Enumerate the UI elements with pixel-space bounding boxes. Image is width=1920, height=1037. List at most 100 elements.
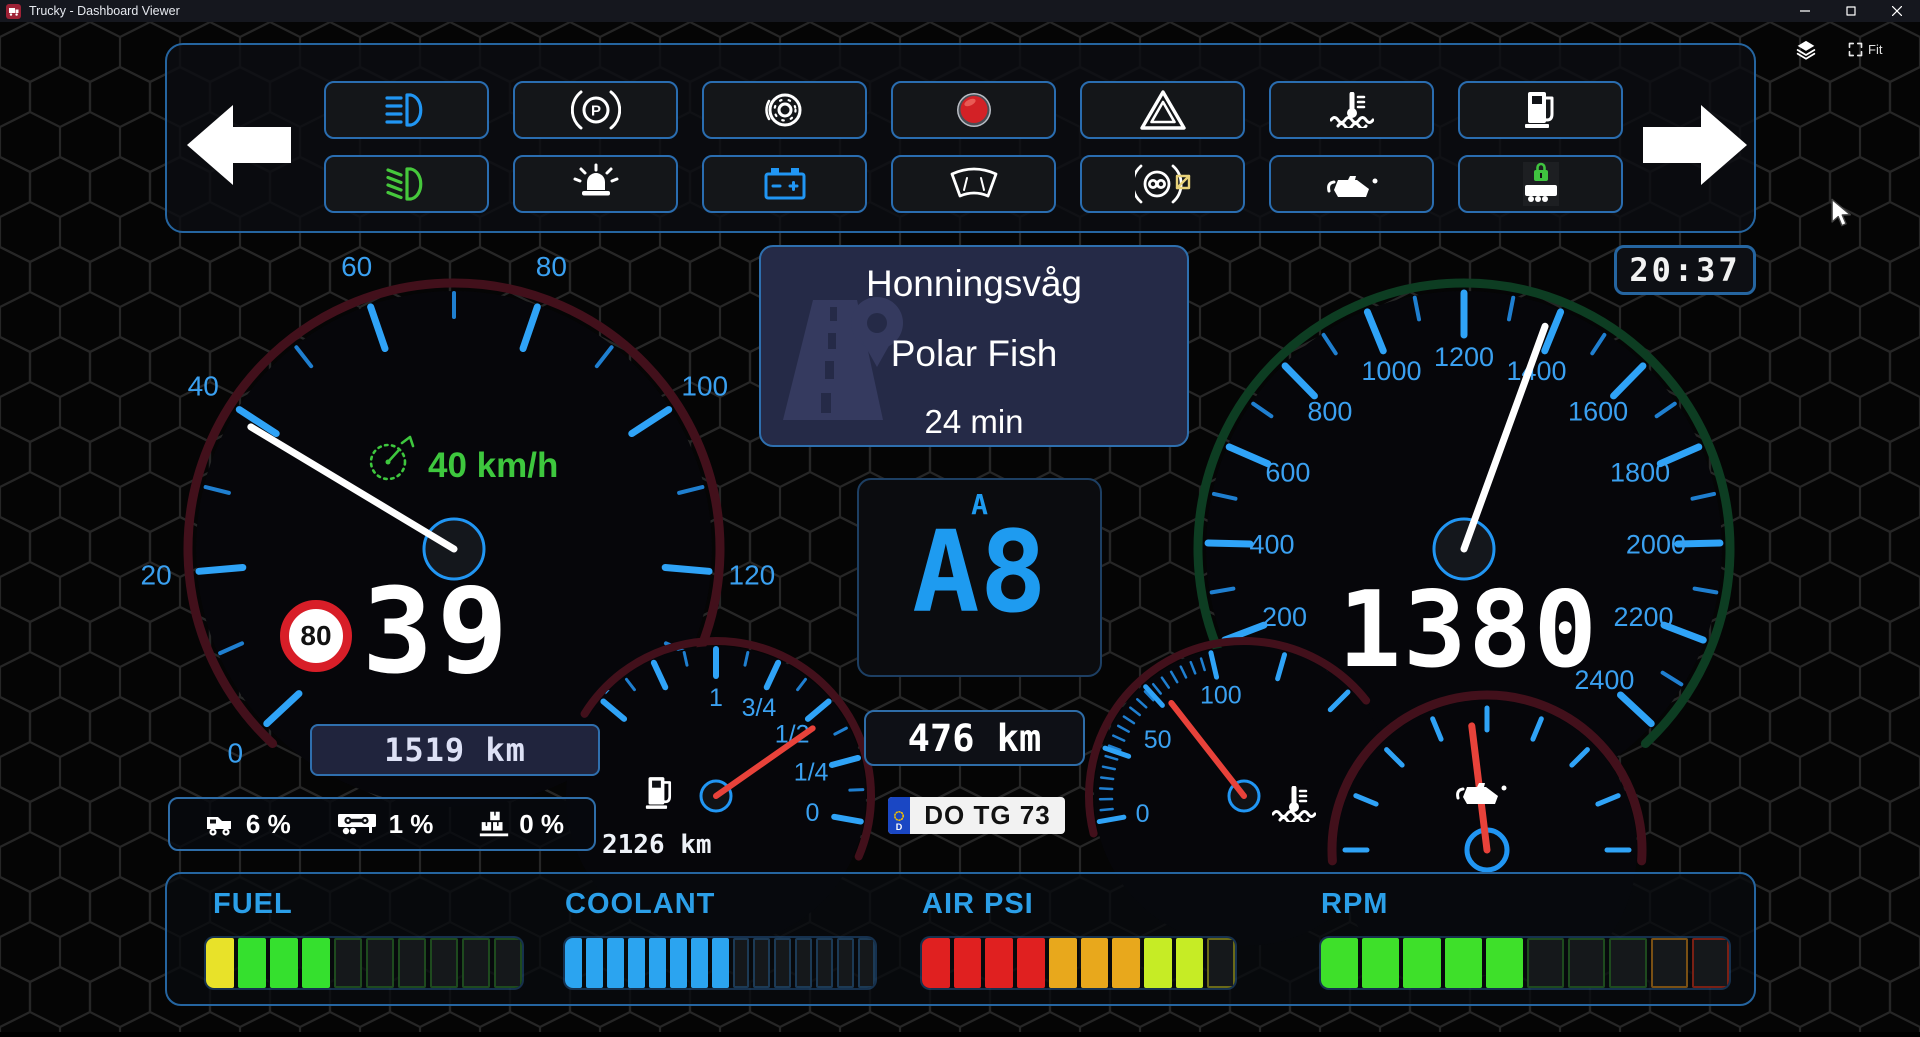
- parking-brake-button[interactable]: P: [513, 81, 678, 139]
- parking-brake-icon: P: [571, 89, 621, 131]
- svg-text:400: 400: [1250, 530, 1295, 560]
- coolant-gauge-icon: [1272, 786, 1316, 822]
- retarder-button[interactable]: [1080, 155, 1245, 213]
- truck-damage: 6 %: [200, 809, 291, 840]
- svg-text:0: 0: [228, 737, 244, 768]
- current-gear: A8: [859, 515, 1100, 633]
- svg-text:1600: 1600: [1568, 397, 1628, 427]
- plate-country: D: [896, 822, 903, 832]
- plate-number: DO TG 73: [910, 797, 1065, 834]
- engine-oil-button[interactable]: [1269, 155, 1434, 213]
- svg-text:800: 800: [1307, 397, 1352, 427]
- svg-text:0: 0: [1136, 800, 1150, 828]
- retarder-icon: [1135, 163, 1191, 205]
- bar-segment: [366, 938, 394, 988]
- hazard-lights-button[interactable]: [1080, 81, 1245, 139]
- window-minimize-button[interactable]: [1782, 0, 1828, 22]
- engine-brake-button[interactable]: [891, 81, 1056, 139]
- bar-segment: [1527, 938, 1564, 988]
- bar-segment: [922, 938, 950, 988]
- svg-text:1/4: 1/4: [794, 758, 829, 786]
- layers-button[interactable]: [1796, 40, 1816, 65]
- mouse-cursor: [1830, 198, 1856, 230]
- battery-button[interactable]: [702, 155, 867, 213]
- high-beam-icon: [380, 90, 434, 130]
- bar-segment: [1445, 938, 1482, 988]
- nav-destination: Honningsvåg: [761, 263, 1187, 305]
- eu-stars-icon: [893, 810, 905, 822]
- svg-text:1: 1: [709, 684, 723, 712]
- fit-icon: [1848, 42, 1863, 57]
- window-maximize-button[interactable]: [1828, 0, 1874, 22]
- svg-text:80: 80: [536, 251, 567, 282]
- rpm-bar-label: RPM: [1321, 888, 1388, 921]
- license-plate: D DO TG 73: [888, 797, 1065, 834]
- svg-text:1000: 1000: [1361, 356, 1421, 386]
- bar-segment: [753, 938, 770, 988]
- bar-segment: [1144, 938, 1172, 988]
- svg-text:P: P: [590, 103, 600, 120]
- gear-indicator-box: A A8: [857, 478, 1102, 677]
- low-beam-button[interactable]: [324, 155, 489, 213]
- bar-segment: [691, 938, 708, 988]
- svg-text:600: 600: [1265, 457, 1310, 487]
- coolant-temperature-button[interactable]: [1269, 81, 1434, 139]
- svg-text:60: 60: [341, 251, 372, 282]
- speed-readout: 39: [362, 572, 512, 690]
- bar-segment: [607, 938, 624, 988]
- bar-segment: [795, 938, 812, 988]
- fuel-range-label: 2126 km: [602, 830, 712, 860]
- bar-segment: [733, 938, 750, 988]
- bar-segment: [565, 938, 582, 988]
- coolant-bar-label: COOLANT: [565, 888, 715, 921]
- beacon-icon: [570, 163, 622, 205]
- svg-text:0: 0: [806, 799, 820, 827]
- bar-segment: [1403, 938, 1440, 988]
- minimize-icon: [1800, 6, 1810, 16]
- bar-segment: [816, 938, 833, 988]
- window-close-button[interactable]: [1874, 0, 1920, 22]
- bar-segment: [1651, 938, 1688, 988]
- low-beam-icon: [380, 164, 434, 204]
- trailer-lock-icon: [1513, 161, 1569, 207]
- brake-disc-button[interactable]: [702, 81, 867, 139]
- high-beam-button[interactable]: [324, 81, 489, 139]
- window-title-bar: Trucky - Dashboard Viewer: [0, 0, 1920, 22]
- svg-text:1800: 1800: [1610, 457, 1670, 487]
- airpsi-bar: [922, 938, 1235, 988]
- nav-cargo-company: Polar Fish: [761, 333, 1187, 375]
- bar-segment: [494, 938, 522, 988]
- beacon-button[interactable]: [513, 155, 678, 213]
- fuel-pump-icon: [1524, 90, 1558, 130]
- bar-segment: [398, 938, 426, 988]
- fuel-button[interactable]: [1458, 81, 1623, 139]
- trailer-lock-button[interactable]: [1458, 155, 1623, 213]
- warning-lights-toolbar: P: [165, 43, 1756, 233]
- wiper-icon: [947, 164, 1001, 204]
- fit-button[interactable]: Fit: [1848, 42, 1882, 57]
- svg-text:2200: 2200: [1613, 602, 1673, 632]
- bar-segment: [206, 938, 234, 988]
- bar-segment: [858, 938, 875, 988]
- airpsi-bar-label: AIR PSI: [922, 888, 1034, 921]
- svg-text:50: 50: [1144, 726, 1172, 754]
- wipers-button[interactable]: [891, 155, 1056, 213]
- trailer-damage: 1 %: [335, 809, 434, 840]
- truck-damage-value: 6 %: [246, 809, 291, 840]
- bar-segment: [334, 938, 362, 988]
- svg-text:100: 100: [681, 371, 728, 402]
- distance-remaining-box: 476 km: [864, 710, 1085, 766]
- next-page-arrow[interactable]: [1643, 105, 1747, 185]
- fuel-bar: [206, 938, 522, 988]
- bar-segment: [712, 938, 729, 988]
- layers-icon: [1796, 40, 1816, 60]
- damage-panel: 6 % 1 % 0 %: [168, 797, 596, 851]
- previous-page-arrow[interactable]: [187, 105, 291, 185]
- svg-text:2000: 2000: [1626, 530, 1686, 560]
- bar-segment: [985, 938, 1013, 988]
- red-button-icon: [951, 88, 997, 132]
- coolant-temperature-icon: [1330, 92, 1374, 128]
- bar-segment: [1049, 938, 1077, 988]
- truck-damage-icon: [200, 812, 238, 836]
- trailer-damage-icon: [335, 812, 381, 836]
